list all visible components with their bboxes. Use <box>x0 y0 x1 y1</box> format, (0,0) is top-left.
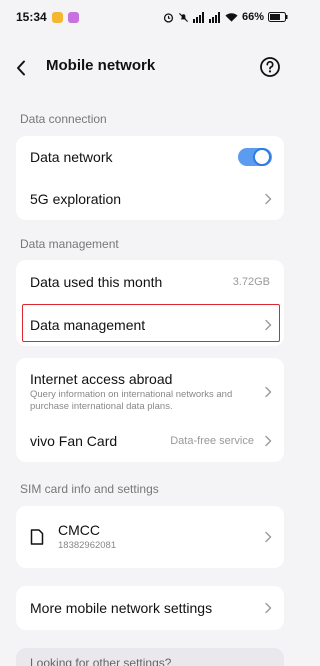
wifi-icon <box>225 12 238 22</box>
sim-info: CMCC 18382962081 <box>58 522 116 552</box>
data-used-value: 3.72GB <box>232 276 270 288</box>
mute-icon <box>178 12 189 22</box>
status-right: 66% <box>163 11 288 23</box>
chevron-right-icon <box>265 386 272 398</box>
section-label-data-connection: Data connection <box>20 112 107 126</box>
battery-percent: 66% <box>241 11 264 23</box>
section-label-sim: SIM card info and settings <box>20 482 159 496</box>
data-used-row[interactable]: Data used this month 3.72GB <box>16 260 284 304</box>
status-left: 15:34 <box>16 10 79 24</box>
abroad-card: Internet access abroad Query information… <box>16 358 284 462</box>
help-circle-icon <box>260 57 280 77</box>
chevron-right-icon <box>265 193 272 205</box>
arrow-left-icon <box>17 60 25 76</box>
sim-card: CMCC 18382962081 <box>16 506 284 568</box>
internet-abroad-row[interactable]: Internet access abroad Query information… <box>16 366 284 418</box>
chevron-right-icon <box>265 435 272 447</box>
more-settings-card: More mobile network settings <box>16 586 284 630</box>
page-title: Mobile network <box>46 57 156 74</box>
data-network-toggle[interactable] <box>238 148 272 166</box>
internet-abroad-title: Internet access abroad <box>30 371 173 387</box>
data-network-label: Data network <box>30 149 113 165</box>
header: Mobile network <box>0 48 300 88</box>
sim-carrier: CMCC <box>58 522 100 538</box>
data-used-label: Data used this month <box>30 274 163 290</box>
battery-icon <box>268 12 288 22</box>
data-network-row[interactable]: Data network <box>16 136 284 178</box>
vivo-fan-card-label: vivo Fan Card <box>30 433 118 449</box>
5g-exploration-label: 5G exploration <box>30 191 122 207</box>
5g-exploration-row[interactable]: 5G exploration <box>16 178 284 220</box>
status-time: 15:34 <box>16 10 47 24</box>
back-button[interactable] <box>16 58 34 78</box>
status-bar: 15:34 66% <box>0 0 300 34</box>
vivo-fan-card-value: Data-free service <box>170 435 254 447</box>
highlight-box <box>22 304 280 342</box>
more-settings-label: More mobile network settings <box>30 600 213 616</box>
chevron-right-icon <box>265 531 272 543</box>
more-settings-row[interactable]: More mobile network settings <box>16 586 284 630</box>
other-settings-text: Looking for other settings? <box>30 656 172 666</box>
sim-row[interactable]: CMCC 18382962081 <box>16 506 284 568</box>
internet-abroad-subtitle: Query information on international netwo… <box>30 389 233 412</box>
chevron-right-icon <box>265 602 272 614</box>
other-settings-card[interactable]: Looking for other settings? <box>16 648 284 666</box>
notification-app-icon <box>67 11 79 23</box>
signal-icon <box>208 11 220 23</box>
data-connection-card: Data network 5G exploration <box>16 136 284 220</box>
notification-app-icon <box>51 11 63 23</box>
sim-card-icon <box>30 529 44 545</box>
toggle-knob <box>253 148 271 166</box>
help-button[interactable] <box>259 56 281 78</box>
sim-number: 18382962081 <box>58 540 117 551</box>
alarm-icon <box>163 12 174 23</box>
section-label-data-management: Data management <box>20 237 119 251</box>
signal-icon <box>192 11 204 23</box>
vivo-fan-card-row[interactable]: vivo Fan Card Data-free service <box>16 422 284 460</box>
